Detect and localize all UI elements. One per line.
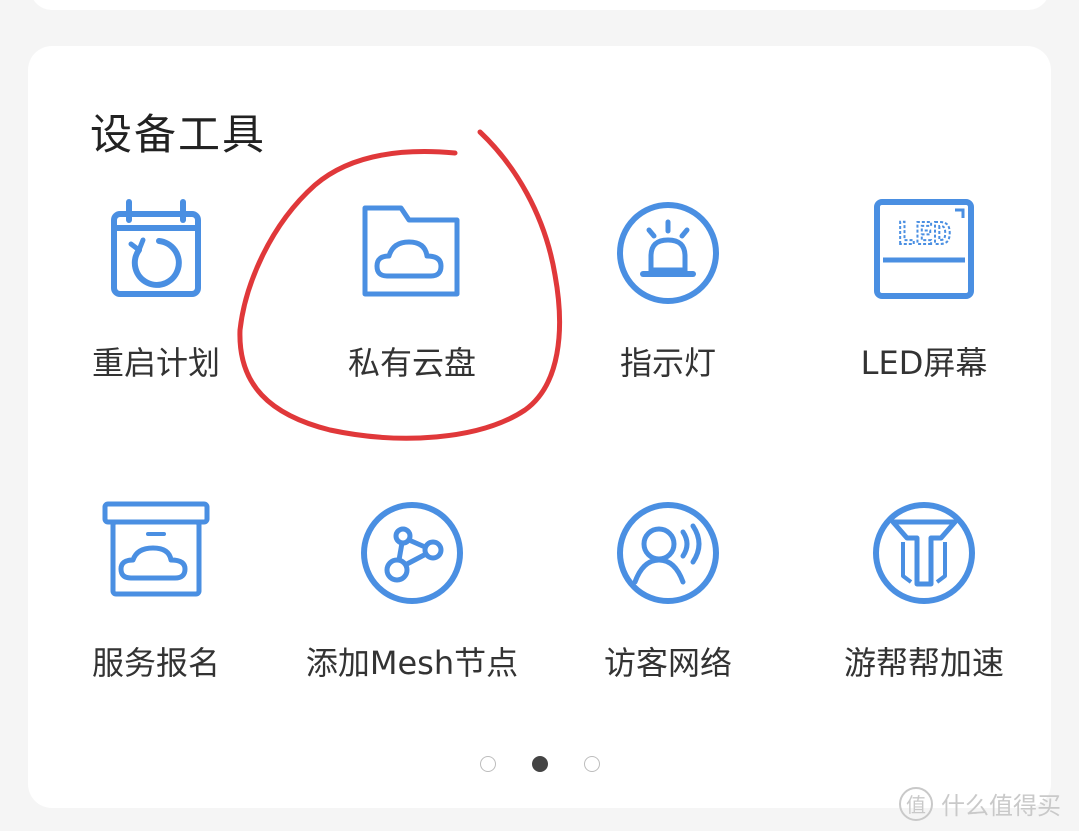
guest-network-icon xyxy=(617,502,719,604)
mesh-node-icon xyxy=(361,502,463,604)
page-dot[interactable] xyxy=(479,756,496,772)
tool-label: 添加Mesh节点 xyxy=(305,644,519,682)
tool-game-accelerator[interactable]: 游帮帮加速 xyxy=(796,498,1052,738)
page-indicator xyxy=(28,753,1051,775)
tool-led-screen[interactable]: LED LED屏幕 xyxy=(796,198,1052,438)
tool-label: 私有云盘 xyxy=(347,344,476,382)
page-dot-active[interactable] xyxy=(531,756,548,772)
watermark-text: 什么值得买 xyxy=(941,792,1061,820)
tool-label: 游帮帮加速 xyxy=(843,644,1004,682)
tool-guest-network[interactable]: 访客网络 xyxy=(540,498,796,738)
previous-card xyxy=(30,0,1050,10)
tool-label: 指示灯 xyxy=(619,344,716,382)
tool-label: 服务报名 xyxy=(91,644,220,682)
tool-restart-plan[interactable]: 重启计划 xyxy=(28,198,284,438)
watermark: 值 什么值得买 xyxy=(899,786,1061,821)
section-title: 设备工具 xyxy=(90,110,267,159)
cloud-folder-icon xyxy=(362,205,460,297)
tool-label: LED屏幕 xyxy=(860,344,988,382)
tool-label: 重启计划 xyxy=(91,344,220,382)
game-accelerator-icon xyxy=(873,502,975,604)
tool-private-cloud[interactable]: 私有云盘 xyxy=(284,198,540,438)
indicator-light-icon xyxy=(617,202,719,304)
tool-indicator-light[interactable]: 指示灯 xyxy=(540,198,796,438)
led-screen-icon: LED xyxy=(874,199,974,299)
tool-add-mesh-node[interactable]: 添加Mesh节点 xyxy=(284,498,540,738)
calendar-restart-icon xyxy=(111,199,201,297)
svg-text:LED: LED xyxy=(897,217,951,252)
tool-label: 访客网络 xyxy=(603,644,732,682)
page-dot[interactable] xyxy=(583,756,600,772)
cloud-box-icon xyxy=(102,501,210,597)
watermark-logo-icon: 值 xyxy=(899,786,933,821)
tool-service-signup[interactable]: 服务报名 xyxy=(28,498,284,738)
device-tools-card: 设备工具 重启计划 私有云盘 指示灯 LED LED屏幕 服务报名 添加Mesh… xyxy=(28,46,1051,808)
